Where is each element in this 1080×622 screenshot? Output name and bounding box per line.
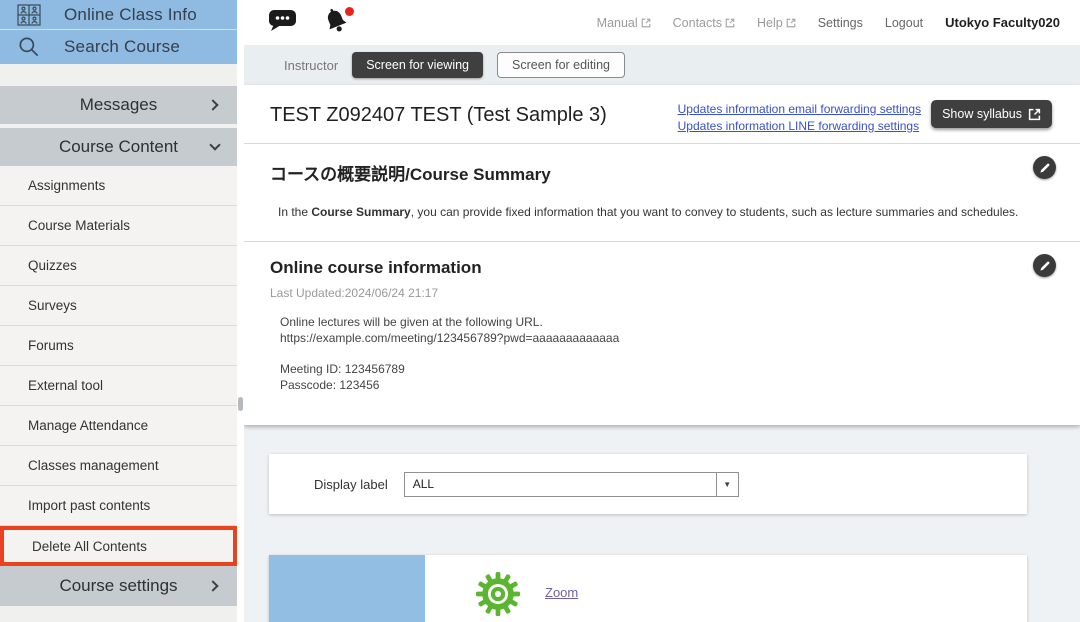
external-link-icon — [786, 18, 796, 28]
notification-badge — [345, 7, 354, 16]
edit-online-info-button[interactable] — [1033, 254, 1056, 277]
sidebar: Online Class Info Search Course Messages… — [0, 0, 237, 622]
display-label-text: Display label — [314, 477, 388, 492]
screen-toolbar: Instructor Screen for viewing Screen for… — [244, 45, 1080, 85]
chevron-down-icon — [209, 139, 220, 150]
sidebar-item-delete-all-contents[interactable]: Delete All Contents — [0, 526, 237, 566]
user-name: Utokyo Faculty020 — [945, 15, 1060, 30]
selected-value: ALL — [405, 473, 716, 496]
sidebar-item-search-course[interactable]: Search Course — [0, 30, 237, 64]
online-info-body: Online lectures will be given at the fol… — [280, 314, 1052, 405]
sidebar-item-online-class-info[interactable]: Online Class Info — [0, 0, 237, 30]
sidebar-item-label: Course settings — [59, 576, 177, 596]
online-course-info-section: Online course information Last Updated:2… — [244, 241, 1080, 425]
passcode: Passcode: 123456 — [280, 377, 1052, 393]
show-syllabus-label: Show syllabus — [942, 107, 1022, 121]
search-icon — [16, 34, 42, 60]
app-root: Online Class Info Search Course Messages… — [0, 0, 1080, 622]
scrollbar-thumb[interactable] — [238, 397, 243, 411]
display-label-select[interactable]: ALL ▼ — [404, 472, 739, 497]
sidebar-item-assignments[interactable]: Assignments — [0, 166, 237, 206]
sidebar-item-quizzes[interactable]: Quizzes — [0, 246, 237, 286]
online-course-info-heading: Online course information — [270, 258, 1052, 278]
course-summary-description: In the Course Summary, you can provide f… — [278, 205, 1052, 219]
sidebar-item-forums[interactable]: Forums — [0, 326, 237, 366]
dropdown-arrow-icon[interactable]: ▼ — [716, 473, 738, 496]
course-header: TEST Z092407 TEST (Test Sample 3) Update… — [244, 85, 1080, 143]
meeting-url: https://example.com/meeting/123456789?pw… — [280, 330, 1052, 346]
course-summary-section: コースの概要説明/Course Summary In the Course Su… — [244, 143, 1080, 241]
screen-for-viewing-button[interactable]: Screen for viewing — [352, 52, 483, 78]
course-summary-heading: コースの概要説明/Course Summary — [270, 160, 1052, 185]
sidebar-item-course-materials[interactable]: Course Materials — [0, 206, 237, 246]
sidebar-item-course-settings[interactable]: Course settings — [0, 566, 237, 606]
sidebar-scrollbar[interactable] — [237, 0, 244, 622]
chevron-right-icon — [207, 580, 218, 591]
nav-help[interactable]: Help — [757, 16, 796, 30]
edit-summary-button[interactable] — [1033, 156, 1056, 179]
display-label-card: Display label ALL ▼ — [269, 454, 1027, 514]
show-syllabus-button[interactable]: Show syllabus — [931, 100, 1052, 128]
topbar: Manual Contacts Help Settings Logout Uto… — [244, 0, 1080, 45]
sidebar-item-import-past-contents[interactable]: Import past contents — [0, 486, 237, 526]
messages-bubble-icon[interactable] — [268, 7, 298, 38]
sidebar-item-surveys[interactable]: Surveys — [0, 286, 237, 326]
last-updated-text: Last Updated:2024/06/24 21:17 — [270, 286, 1052, 300]
external-link-icon — [1028, 108, 1041, 121]
content-list-area: Display label ALL ▼ — [244, 425, 1080, 622]
chevron-right-icon — [207, 99, 218, 110]
line-forwarding-settings-link[interactable]: Updates information LINE forwarding sett… — [678, 119, 921, 133]
sidebar-item-label: Messages — [80, 95, 157, 115]
sidebar-spacer — [0, 64, 237, 86]
main-area: Manual Contacts Help Settings Logout Uto… — [244, 0, 1080, 622]
sidebar-item-external-tool[interactable]: External tool — [0, 366, 237, 406]
zoom-gear-icon — [475, 571, 521, 622]
class-grid-icon — [16, 4, 42, 26]
nav-manual[interactable]: Manual — [597, 16, 651, 30]
pencil-icon — [1039, 162, 1051, 174]
role-label: Instructor — [284, 58, 338, 73]
nav-logout[interactable]: Logout — [885, 16, 923, 30]
external-link-icon — [641, 18, 651, 28]
online-info-line: Online lectures will be given at the fol… — [280, 314, 1052, 330]
content-item-thumbnail — [269, 555, 425, 622]
zoom-tool-link[interactable]: Zoom — [545, 585, 578, 600]
content-item-row: Zoom — [269, 555, 1027, 622]
sidebar-item-label: Course Content — [59, 137, 178, 157]
nav-settings[interactable]: Settings — [818, 16, 863, 30]
email-forwarding-settings-link[interactable]: Updates information email forwarding set… — [678, 102, 921, 116]
nav-contacts[interactable]: Contacts — [673, 16, 735, 30]
sidebar-item-label: Search Course — [64, 37, 180, 57]
external-link-icon — [725, 18, 735, 28]
sidebar-item-messages[interactable]: Messages — [0, 86, 237, 124]
top-navigation: Manual Contacts Help Settings Logout Uto… — [597, 15, 1060, 30]
sidebar-item-label: Online Class Info — [64, 5, 197, 25]
sidebar-item-manage-attendance[interactable]: Manage Attendance — [0, 406, 237, 446]
sidebar-item-classes-management[interactable]: Classes management — [0, 446, 237, 486]
course-panel: TEST Z092407 TEST (Test Sample 3) Update… — [244, 85, 1080, 425]
course-title: TEST Z092407 TEST (Test Sample 3) — [270, 104, 607, 127]
sidebar-item-course-content[interactable]: Course Content — [0, 128, 237, 166]
meeting-id: Meeting ID: 123456789 — [280, 361, 1052, 377]
notifications-bell-icon[interactable] — [322, 7, 354, 39]
pencil-icon — [1039, 260, 1051, 272]
screen-for-editing-button[interactable]: Screen for editing — [497, 52, 625, 78]
